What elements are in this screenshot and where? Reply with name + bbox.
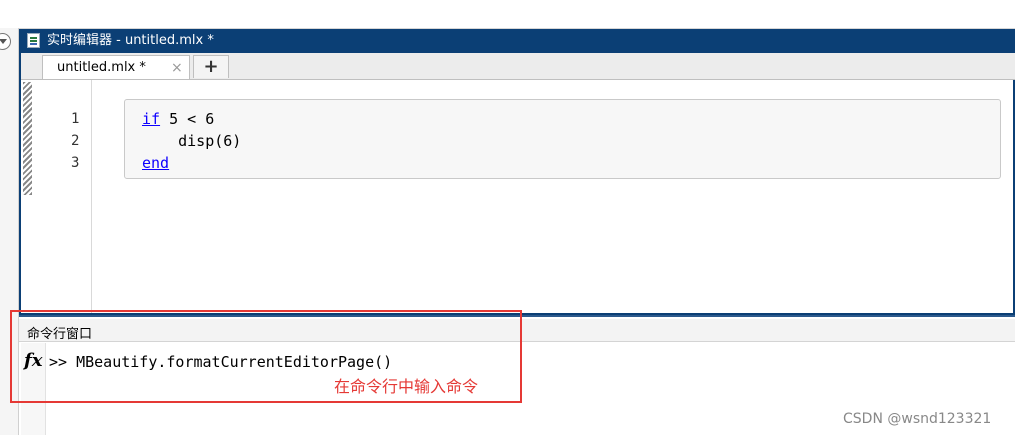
tab-untitled-mlx[interactable]: untitled.mlx * × (42, 55, 190, 79)
line-number-gutter: 1 2 3 (41, 80, 92, 313)
code-line-3[interactable]: end (142, 154, 169, 172)
top-toolbar (0, 0, 1015, 29)
line-number: 3 (71, 155, 80, 171)
editor-title: 实时编辑器 - untitled.mlx * (47, 33, 214, 48)
editor-titlebar: 实时编辑器 - untitled.mlx * (21, 29, 1015, 53)
line-number: 1 (71, 111, 80, 127)
live-script-icon (27, 33, 40, 48)
keyword-if[interactable]: if (142, 110, 160, 128)
tab-label: untitled.mlx * (57, 60, 146, 75)
watermark: CSDN @wsnd123321 (843, 411, 992, 427)
live-editor-window: 实时编辑器 - untitled.mlx * untitled.mlx * × … (19, 29, 1015, 315)
code-block[interactable]: if 5 < 6 disp(6) end (124, 99, 1001, 179)
code-text: 5 < 6 (160, 110, 215, 128)
code-line-1[interactable]: if 5 < 6 (142, 110, 214, 128)
keyword-end[interactable]: end (142, 154, 169, 172)
line-number: 2 (71, 133, 80, 149)
annotation-text: 在命令行中输入命令 (334, 377, 479, 396)
close-tab-icon[interactable]: × (171, 60, 183, 76)
unsaved-change-bar (23, 82, 32, 195)
editor-tab-bar: untitled.mlx * × + (21, 53, 1015, 80)
add-tab-button[interactable]: + (193, 55, 229, 78)
code-line-2[interactable]: disp(6) (142, 132, 241, 150)
